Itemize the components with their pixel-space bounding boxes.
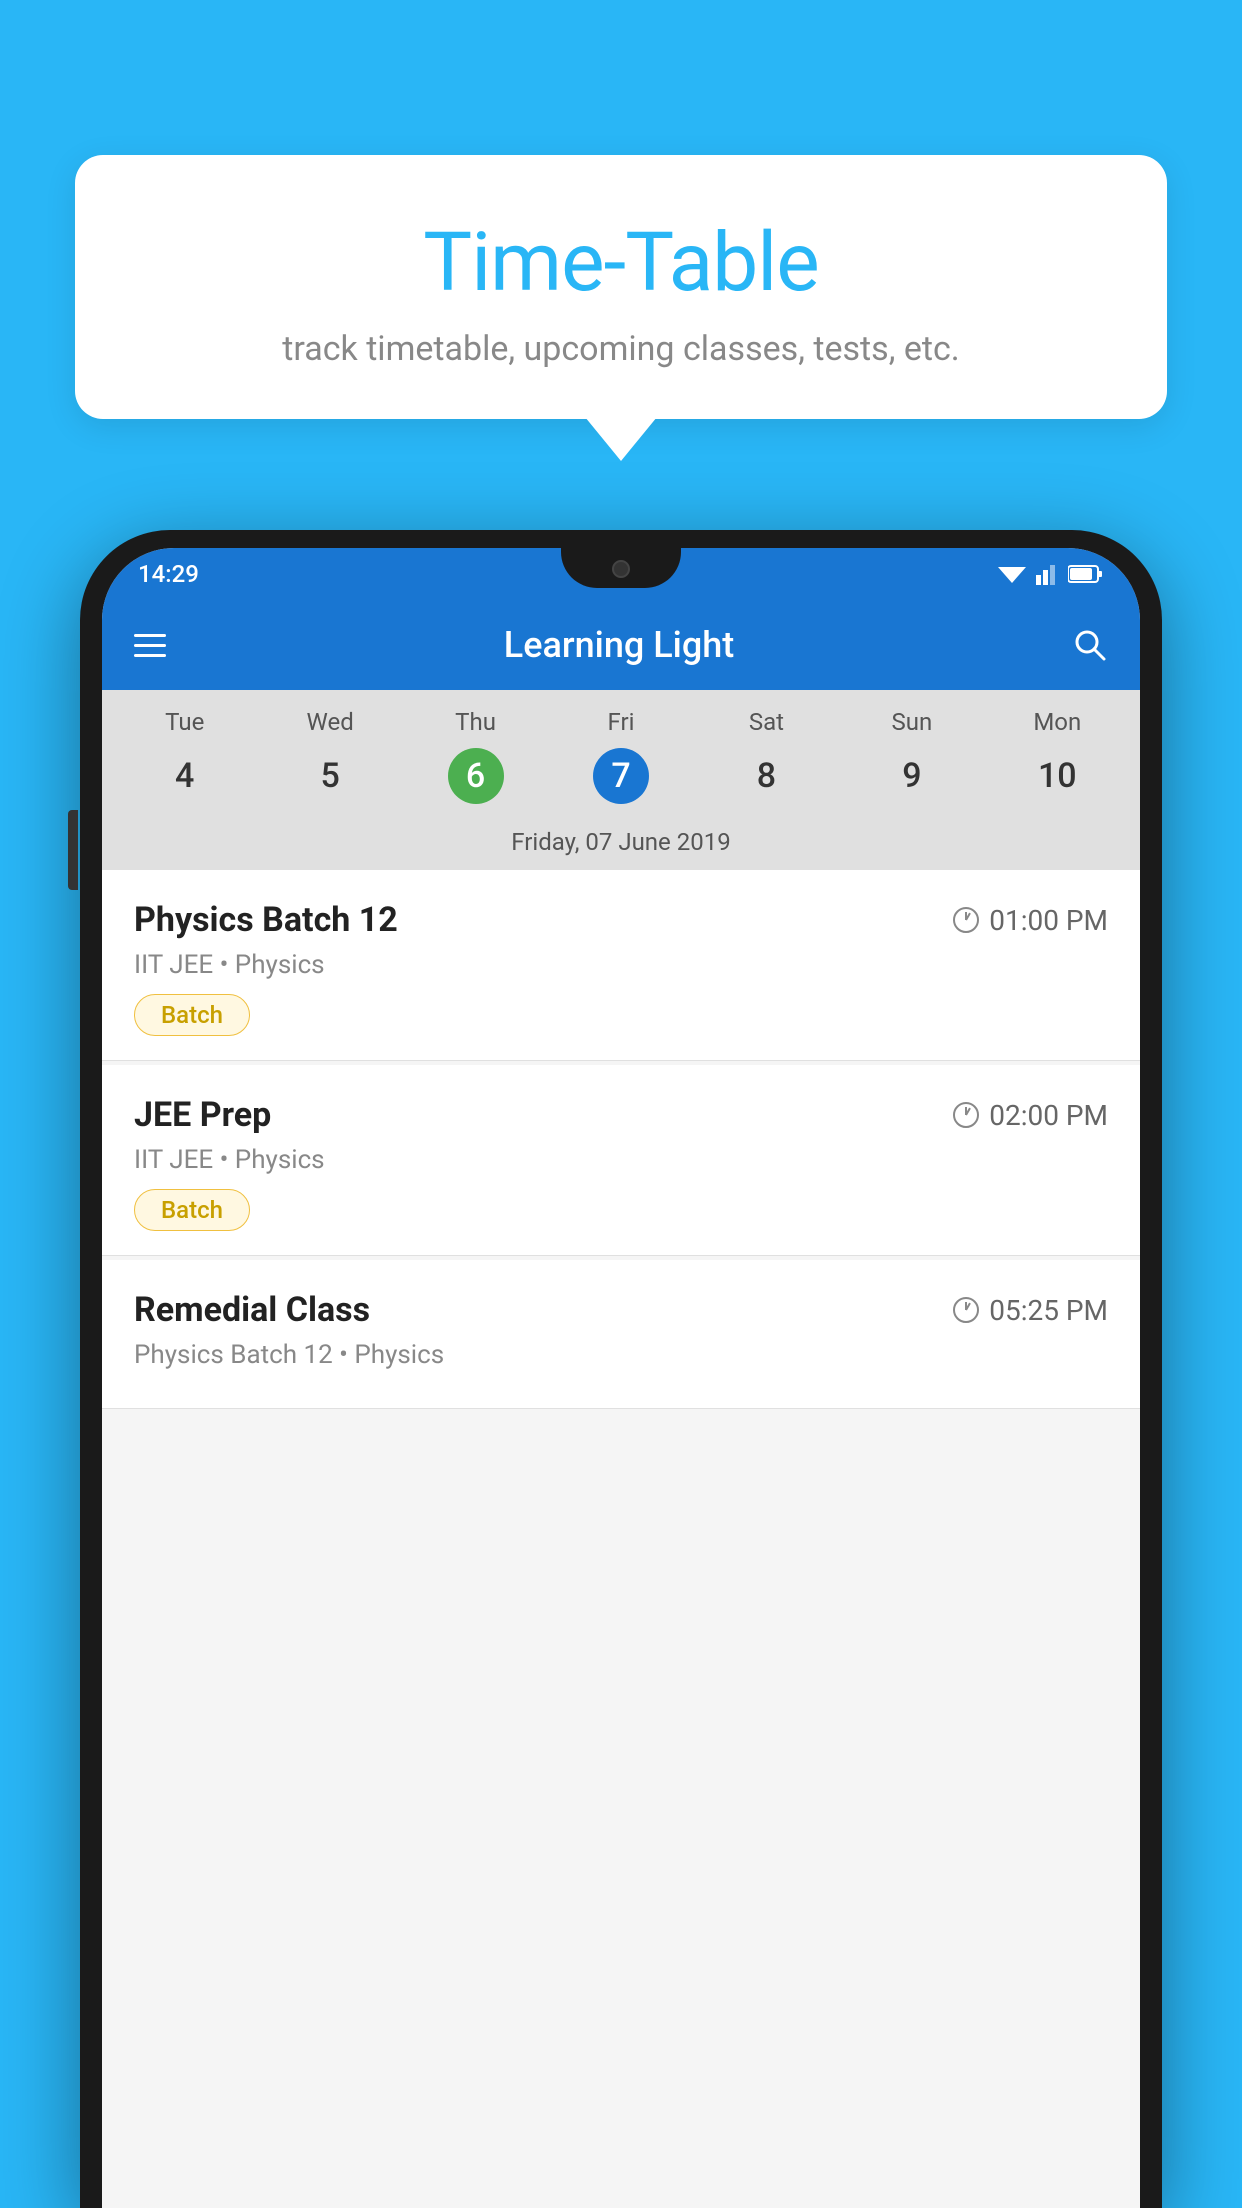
class-meta-2: IIT JEE • Physics	[134, 1145, 1108, 1175]
date-9[interactable]: 9	[839, 748, 984, 804]
date-5[interactable]: 5	[257, 748, 402, 804]
class-list: Physics Batch 12 01:00 PM IIT JEE • Phys…	[102, 870, 1140, 1413]
battery-icon	[1068, 563, 1104, 585]
day-header-sat: Sat	[694, 708, 839, 748]
day-header-fri: Fri	[548, 708, 693, 748]
status-icons	[998, 563, 1104, 585]
date-4[interactable]: 4	[112, 748, 257, 804]
day-header-sun: Sun	[839, 708, 984, 748]
status-time: 14:29	[138, 560, 199, 588]
day-headers: Tue Wed Thu Fri Sat Sun Mon	[102, 708, 1140, 748]
phone-notch	[561, 548, 681, 588]
date-10[interactable]: 10	[985, 748, 1130, 804]
class-meta-3: Physics Batch 12 • Physics	[134, 1340, 1108, 1370]
class-item-header-2: JEE Prep 02:00 PM	[134, 1095, 1108, 1135]
day-header-mon: Mon	[985, 708, 1130, 748]
class-item-remedial[interactable]: Remedial Class 05:25 PM Physics Batch 12…	[102, 1260, 1140, 1409]
class-item-jee-prep[interactable]: JEE Prep 02:00 PM IIT JEE • Physics Batc…	[102, 1065, 1140, 1256]
class-time-3: 05:25 PM	[953, 1294, 1108, 1327]
class-item-header-3: Remedial Class 05:25 PM	[134, 1290, 1108, 1330]
class-time-1: 01:00 PM	[953, 904, 1108, 937]
class-time-2: 02:00 PM	[953, 1099, 1108, 1132]
phone-frame: 14:29	[80, 530, 1162, 2208]
date-6-today[interactable]: 6	[448, 748, 504, 804]
clock-icon-2	[953, 1102, 979, 1128]
class-time-text-2: 02:00 PM	[989, 1099, 1108, 1132]
tooltip-card: Time-Table track timetable, upcoming cla…	[75, 155, 1167, 419]
day-header-tue: Tue	[112, 708, 257, 748]
class-name-2: JEE Prep	[134, 1095, 271, 1135]
clock-icon-1	[953, 907, 979, 933]
app-bar: Learning Light	[102, 600, 1140, 690]
day-dates: 4 5 6 7 8 9 10	[102, 748, 1140, 820]
wifi-icon	[998, 563, 1026, 585]
search-icon	[1072, 627, 1108, 663]
batch-badge-2: Batch	[134, 1189, 250, 1231]
date-8[interactable]: 8	[694, 748, 839, 804]
app-title: Learning Light	[190, 624, 1048, 666]
day-header-thu: Thu	[403, 708, 548, 748]
clock-icon-3	[953, 1297, 979, 1323]
signal-icon	[1036, 563, 1058, 585]
phone-screen: 14:29	[102, 548, 1140, 2208]
tooltip-subtitle: track timetable, upcoming classes, tests…	[145, 329, 1097, 369]
class-time-text-1: 01:00 PM	[989, 904, 1108, 937]
menu-button[interactable]	[134, 634, 166, 657]
search-button[interactable]	[1072, 627, 1108, 663]
date-7-selected[interactable]: 7	[593, 748, 649, 804]
tooltip-title: Time-Table	[145, 215, 1097, 311]
day-header-wed: Wed	[257, 708, 402, 748]
camera-lens	[612, 560, 630, 578]
calendar-strip: Tue Wed Thu Fri Sat Sun Mon 4 5 6 7 8 9 …	[102, 690, 1140, 870]
selected-date-label: Friday, 07 June 2019	[102, 820, 1140, 870]
class-name-1: Physics Batch 12	[134, 900, 398, 940]
class-time-text-3: 05:25 PM	[989, 1294, 1108, 1327]
class-item-header-1: Physics Batch 12 01:00 PM	[134, 900, 1108, 940]
class-item-physics-batch[interactable]: Physics Batch 12 01:00 PM IIT JEE • Phys…	[102, 870, 1140, 1061]
batch-badge-1: Batch	[134, 994, 250, 1036]
class-name-3: Remedial Class	[134, 1290, 370, 1330]
class-meta-1: IIT JEE • Physics	[134, 950, 1108, 980]
